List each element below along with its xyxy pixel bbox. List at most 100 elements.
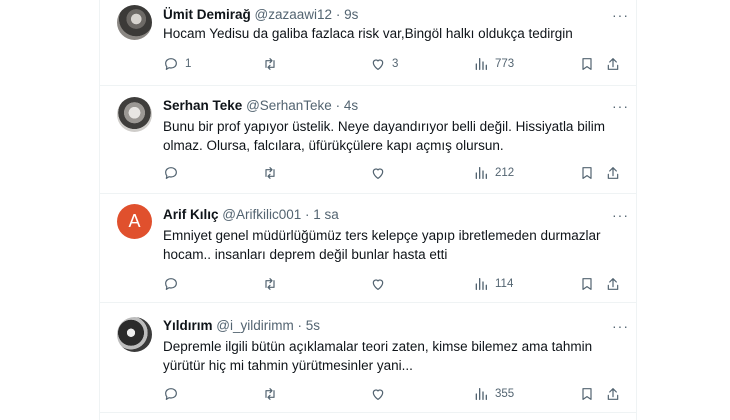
separator: ·	[297, 318, 303, 333]
avatar[interactable]	[117, 5, 152, 40]
retweet-icon	[265, 278, 275, 290]
author-handle[interactable]: @SerhanTeke	[246, 98, 332, 113]
retweet-button[interactable]	[262, 385, 284, 403]
like-button[interactable]	[370, 275, 392, 293]
bookmark-button[interactable]	[579, 164, 595, 182]
reply-icon	[165, 167, 177, 179]
tweet-actions: 355	[163, 385, 633, 403]
reply-button[interactable]	[163, 275, 185, 293]
tweet-text-line: yürütür hiç mi tahmin yürütmesinler yani…	[163, 358, 413, 373]
bookmark-button[interactable]	[579, 275, 595, 293]
author-name[interactable]: Serhan Teke	[163, 98, 242, 113]
author-handle[interactable]: @i_yildirimm	[216, 318, 293, 333]
share-button[interactable]	[605, 275, 621, 293]
bookmark-button[interactable]	[579, 55, 595, 73]
share-icon	[607, 58, 619, 70]
tweet-text-line: hocam.. insanları deprem değil bunlar ha…	[163, 247, 448, 262]
reply-icon	[165, 278, 177, 290]
avatar-letter: A	[128, 211, 141, 231]
tweet-time[interactable]: 9s	[344, 7, 358, 22]
tweet-text: Emniyet genel müdürlüğümüz ters kelepçe …	[163, 226, 628, 264]
retweet-icon	[265, 58, 275, 70]
like-icon	[372, 168, 384, 179]
tweet[interactable]: Ümit Demirağ @zazaawi12 · 9s ··· Hocam Y…	[100, 0, 637, 86]
retweet-button[interactable]	[262, 164, 284, 182]
like-button[interactable]: 3	[370, 55, 398, 73]
share-button[interactable]	[605, 385, 621, 403]
tweet-header: Arif Kılıç @Arifkilic001 · 1 sa	[163, 207, 339, 222]
tweet-header: Ümit Demirağ @zazaawi12 · 9s	[163, 7, 358, 22]
avatar[interactable]	[117, 317, 152, 352]
tweet[interactable]: A Arif Kılıç @Arifkilic001 · 1 sa ··· Em…	[100, 194, 637, 303]
views-button[interactable]: 114	[473, 275, 513, 293]
tweet-text-line: olmaz. Olursa, falcılara, üfürükçülere k…	[163, 138, 504, 153]
share-button[interactable]	[605, 55, 621, 73]
tweet-text-line: Emniyet genel müdürlüğümüz ters kelepçe …	[163, 228, 601, 243]
views-icon	[475, 388, 487, 400]
retweet-icon	[265, 388, 275, 400]
tweet-text-line: Bunu bir prof yapıyor üstelik. Neye daya…	[163, 119, 605, 134]
reply-icon	[165, 58, 177, 70]
more-icon[interactable]: ···	[612, 318, 629, 334]
tweet[interactable]: Yıldırım @i_yildirimm · 5s ··· Depremle …	[100, 303, 637, 413]
like-button[interactable]	[370, 164, 392, 182]
tweet-actions: 114	[163, 275, 633, 293]
views-icon	[475, 278, 487, 290]
tweet-time[interactable]: 4s	[344, 98, 358, 113]
tweet-actions: 212	[163, 164, 633, 182]
bookmark-icon	[582, 167, 592, 179]
views-button[interactable]: 773	[473, 55, 514, 73]
tweet-header: Serhan Teke @SerhanTeke · 4s	[163, 98, 358, 113]
more-icon[interactable]: ···	[612, 207, 629, 223]
more-icon[interactable]: ···	[612, 7, 629, 23]
retweet-button[interactable]	[262, 55, 284, 73]
share-icon	[607, 388, 619, 400]
like-button[interactable]	[370, 385, 392, 403]
tweet-text: Hocam Yedisu da galiba fazlaca risk var,…	[163, 24, 628, 43]
like-icon	[372, 279, 384, 290]
views-count: 114	[495, 278, 514, 290]
reply-count: 1	[185, 58, 192, 70]
tweet-actions: 1 3 773	[163, 55, 633, 73]
more-icon[interactable]: ···	[612, 98, 629, 114]
tweet-text-line: Depremle ilgili bütün açıklamalar teori …	[163, 339, 593, 354]
author-name[interactable]: Arif Kılıç	[163, 207, 219, 222]
separator: ·	[335, 7, 341, 22]
author-name[interactable]: Ümit Demirağ	[163, 7, 251, 22]
share-button[interactable]	[605, 164, 621, 182]
separator: ·	[335, 98, 341, 113]
reply-icon	[165, 388, 177, 400]
author-name[interactable]: Yıldırım	[163, 318, 213, 333]
reply-button[interactable]: 1	[163, 55, 191, 73]
views-button[interactable]: 355	[473, 385, 514, 403]
like-icon	[372, 59, 384, 70]
views-icon	[475, 167, 487, 179]
views-count: 355	[495, 388, 515, 400]
views-count: 212	[495, 167, 515, 179]
bookmark-button[interactable]	[579, 385, 595, 403]
like-icon	[372, 389, 384, 400]
bookmark-icon	[582, 278, 592, 290]
reply-button[interactable]	[163, 385, 185, 403]
tweet-feed: Ümit Demirağ @zazaawi12 · 9s ··· Hocam Y…	[99, 0, 637, 420]
separator: ·	[305, 207, 310, 222]
author-handle[interactable]: @Arifkilic001	[222, 207, 301, 222]
tweet-time[interactable]: 1 sa	[313, 207, 339, 222]
tweet[interactable]: Serhan Teke @SerhanTeke · 4s ··· Bunu bi…	[100, 86, 637, 194]
avatar[interactable]	[117, 97, 152, 132]
views-button[interactable]: 212	[473, 164, 514, 182]
bookmark-icon	[582, 58, 592, 70]
views-count: 773	[495, 58, 515, 70]
reply-button[interactable]	[163, 164, 185, 182]
tweet-text: Bunu bir prof yapıyor üstelik. Neye daya…	[163, 117, 628, 155]
like-count: 3	[392, 58, 399, 70]
bookmark-icon	[582, 388, 592, 400]
author-handle[interactable]: @zazaawi12	[255, 7, 333, 22]
views-icon	[475, 58, 487, 70]
tweet-header: Yıldırım @i_yildirimm · 5s	[163, 318, 320, 333]
tweet-time[interactable]: 5s	[306, 318, 320, 333]
share-icon	[607, 278, 619, 290]
retweet-button[interactable]	[262, 275, 284, 293]
avatar[interactable]: A	[117, 204, 152, 239]
share-icon	[607, 167, 619, 179]
